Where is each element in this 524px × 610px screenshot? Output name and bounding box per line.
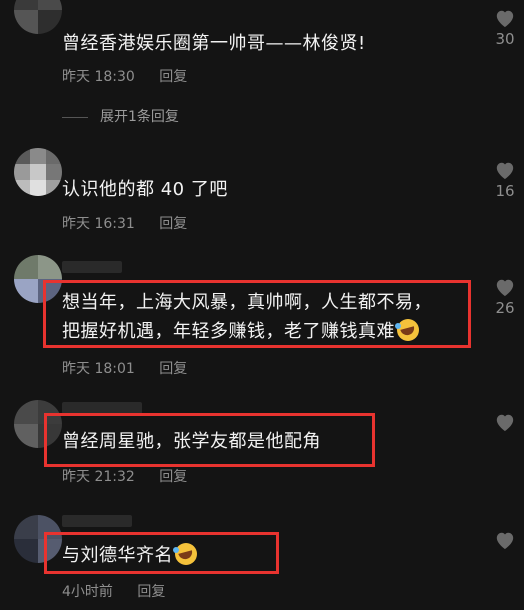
username-blurred[interactable]: [62, 261, 122, 273]
avatar[interactable]: [14, 0, 62, 34]
comment-meta: 4小时前 回复: [62, 581, 165, 601]
reply-button[interactable]: 回复: [159, 469, 187, 485]
comment-meta: 昨天 18:30 回复: [62, 66, 187, 86]
like-count: 30: [495, 30, 515, 48]
comment-item: 认识他的都 40 了吧 昨天 16:31 回复 16: [0, 140, 524, 250]
highlight-box: [43, 280, 471, 348]
comment-time: 昨天 18:01: [62, 361, 135, 377]
highlight-box: [44, 413, 375, 467]
comment-meta: 昨天 18:01 回复: [62, 358, 187, 378]
heart-icon: [496, 279, 514, 297]
like-count: 16: [495, 182, 515, 200]
avatar[interactable]: [14, 148, 62, 196]
comment-text: 曾经香港娱乐圈第一帅哥——林俊贤!: [62, 33, 366, 54]
expand-replies-button[interactable]: 展开1条回复: [62, 106, 179, 126]
comment-meta: 昨天 16:31 回复: [62, 213, 187, 233]
reply-button[interactable]: 回复: [159, 361, 187, 377]
expand-replies-label: 展开1条回复: [100, 109, 179, 125]
comment-meta: 昨天 21:32 回复: [62, 466, 187, 486]
heart-icon: [496, 532, 514, 550]
username-blurred[interactable]: [62, 515, 132, 527]
like-button[interactable]: 26: [492, 277, 518, 317]
like-button[interactable]: 30: [492, 8, 518, 48]
divider: [62, 116, 88, 118]
heart-icon: [496, 162, 514, 180]
comment-time: 昨天 21:32: [62, 469, 135, 485]
heart-icon: [496, 414, 514, 432]
reply-button[interactable]: 回复: [137, 584, 165, 600]
like-button[interactable]: [492, 412, 518, 432]
comment-time: 4小时前: [62, 584, 113, 600]
like-count: 26: [495, 299, 515, 317]
like-button[interactable]: [492, 530, 518, 550]
comment-time: 昨天 16:31: [62, 216, 135, 232]
highlight-box: [44, 532, 279, 574]
comment-text: 认识他的都 40 了吧: [62, 179, 228, 200]
like-button[interactable]: 16: [492, 160, 518, 200]
heart-icon: [496, 10, 514, 28]
reply-button[interactable]: 回复: [159, 216, 187, 232]
comment-item: 曾经香港娱乐圈第一帅哥——林俊贤! 昨天 18:30 回复 展开1条回复 30: [0, 0, 524, 130]
reply-button[interactable]: 回复: [159, 69, 187, 85]
comment-time: 昨天 18:30: [62, 69, 135, 85]
